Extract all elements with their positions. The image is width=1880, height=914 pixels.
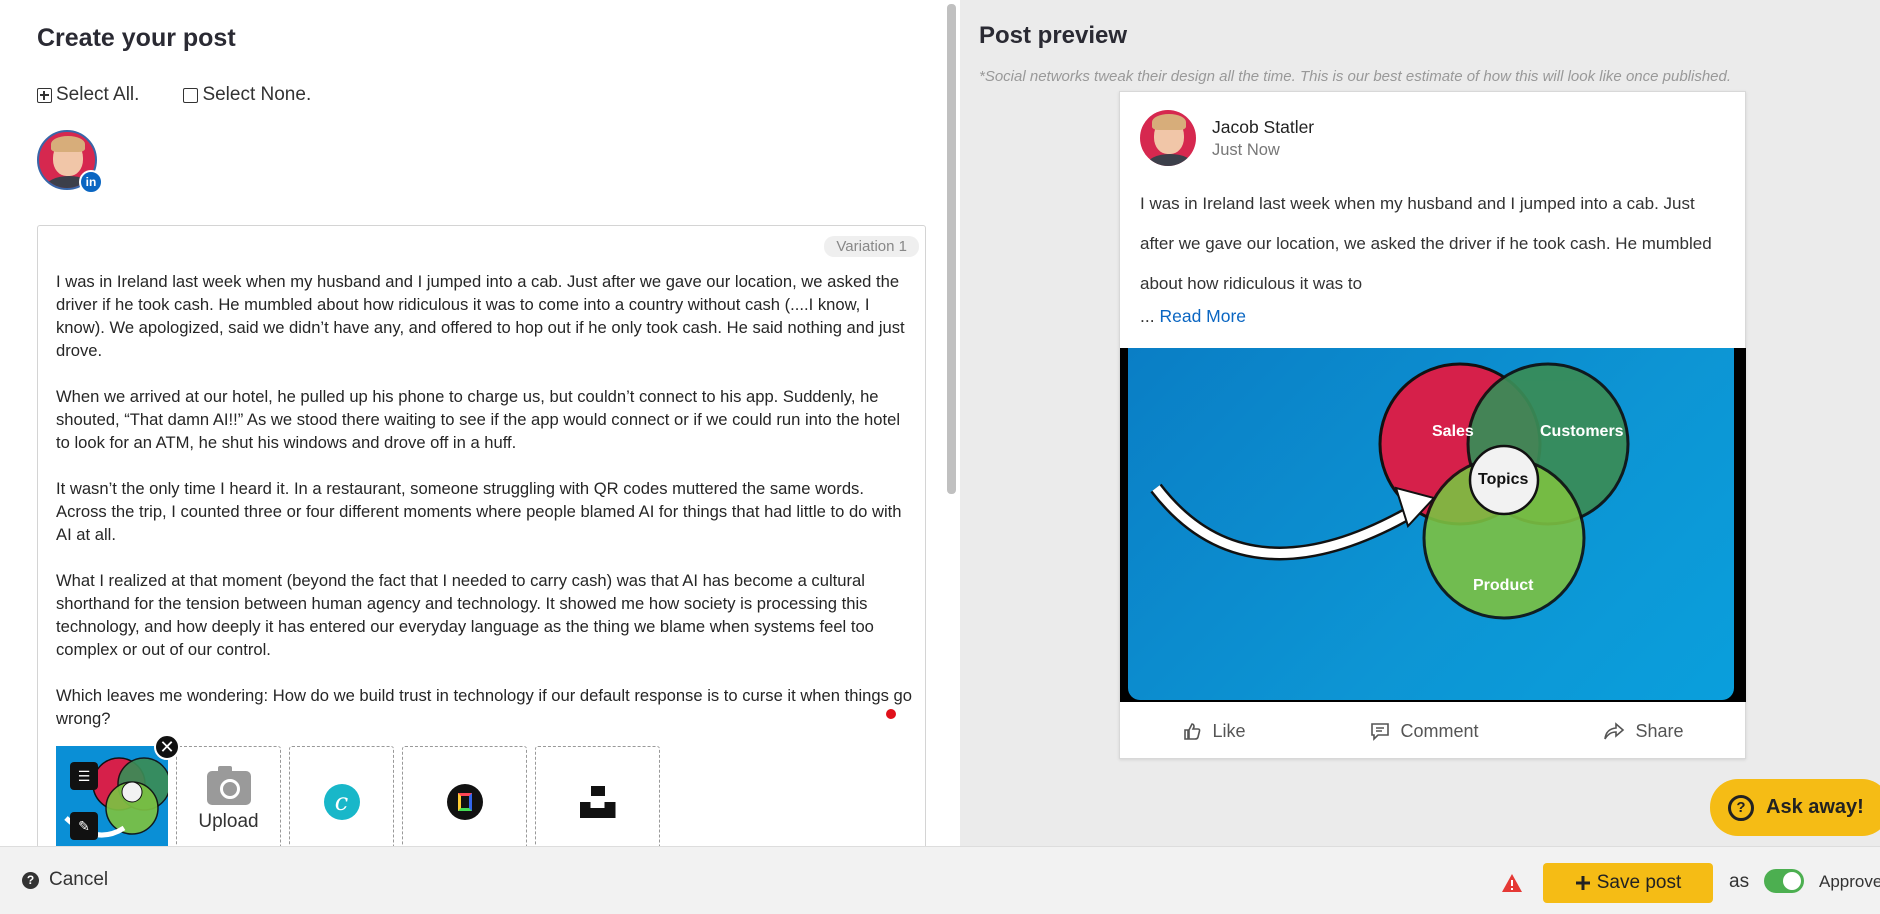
- save-post-button[interactable]: Save post: [1543, 863, 1713, 903]
- create-post-panel: Create your post Select All. Select None…: [0, 0, 960, 858]
- close-icon[interactable]: ✕: [154, 734, 180, 760]
- upload-button[interactable]: Upload: [176, 746, 281, 858]
- plus-icon: [1575, 876, 1590, 890]
- variation-badge[interactable]: Variation 1: [824, 236, 919, 257]
- venn-label-product: Product: [1473, 577, 1534, 594]
- author-name: Jacob Statler: [1212, 116, 1315, 137]
- linkedin-post-card: Jacob Statler Just Now I was in Ireland …: [1119, 91, 1746, 759]
- venn-label-customers: Customers: [1540, 423, 1624, 440]
- post-header: Jacob Statler Just Now: [1140, 110, 1314, 166]
- post-excerpt: I was in Ireland last week when my husba…: [1140, 194, 1712, 293]
- approved-label: Approved: [1819, 872, 1880, 891]
- warning-icon[interactable]: [1501, 873, 1523, 893]
- question-icon: ?: [22, 871, 39, 889]
- preview-title: Post preview: [979, 22, 1128, 49]
- select-none-label: Select None.: [202, 84, 312, 105]
- selection-controls: Select All. Select None.: [37, 84, 311, 106]
- canva-button[interactable]: c: [289, 746, 394, 858]
- comment-button[interactable]: Comment: [1370, 721, 1478, 742]
- text-icon[interactable]: ☰: [70, 762, 98, 790]
- venn-diagram-image: Sales Customers Topics Product: [1150, 362, 1630, 620]
- canva-icon: c: [323, 784, 360, 820]
- account-avatar-linkedin[interactable]: in: [37, 130, 103, 194]
- venn-label-topics: Topics: [1478, 471, 1528, 488]
- linkedin-icon: in: [79, 170, 103, 194]
- thumbs-up-icon: [1184, 723, 1201, 740]
- unsplash-button[interactable]: [535, 746, 660, 858]
- plus-square-icon: [37, 87, 52, 103]
- as-label: as: [1729, 871, 1750, 892]
- share-icon: [1604, 722, 1625, 740]
- square-icon: [183, 87, 199, 103]
- post-text-area[interactable]: I was in Ireland last week when my husba…: [56, 270, 912, 753]
- paragraph: What I realized at that moment (beyond t…: [56, 571, 874, 659]
- approved-toggle[interactable]: [1764, 869, 1804, 893]
- read-more-link[interactable]: Read More: [1159, 306, 1246, 326]
- giphy-button[interactable]: [402, 746, 527, 858]
- giphy-icon: [446, 784, 483, 820]
- save-post-label: Save post: [1596, 872, 1682, 893]
- like-label: Like: [1212, 720, 1246, 741]
- paragraph: When we arrived at our hotel, he pulled …: [56, 387, 901, 452]
- comment-label: Comment: [1400, 720, 1479, 741]
- ask-away-button[interactable]: ? Ask away!: [1710, 779, 1880, 836]
- ask-away-label: Ask away!: [1766, 796, 1864, 818]
- paragraph: It wasn’t the only time I heard it. In a…: [56, 479, 902, 544]
- upload-label: Upload: [198, 811, 259, 832]
- read-more-row: ... Read More: [1140, 306, 1246, 327]
- unsplash-icon: [580, 786, 616, 818]
- comment-icon: [1371, 723, 1390, 741]
- ellipsis: ...: [1140, 306, 1155, 326]
- camera-icon: [206, 766, 251, 805]
- venn-label-sales: Sales: [1432, 423, 1474, 440]
- share-label: Share: [1635, 720, 1684, 741]
- scrollbar[interactable]: [947, 4, 956, 494]
- select-all-label: Select All.: [56, 84, 140, 105]
- select-none-button[interactable]: Select None.: [183, 84, 311, 106]
- question-icon: ?: [1728, 794, 1754, 821]
- attached-image-thumbnail[interactable]: ☰ ✎ ✕: [56, 734, 180, 858]
- status-dot: [886, 709, 896, 719]
- post-editor[interactable]: Variation 1 I was in Ireland last week w…: [37, 225, 926, 858]
- media-row: ☰ ✎ ✕ Upload c: [56, 734, 660, 858]
- select-all-button[interactable]: Select All.: [37, 84, 139, 106]
- paragraph: I was in Ireland last week when my husba…: [56, 272, 905, 360]
- post-time: Just Now: [1212, 140, 1280, 159]
- paragraph: Which leaves me wondering: How do we bui…: [56, 686, 912, 728]
- preview-disclaimer: *Social networks tweak their design all …: [979, 68, 1732, 85]
- pencil-icon[interactable]: ✎: [70, 812, 98, 840]
- cancel-label: Cancel: [49, 869, 109, 890]
- cancel-button[interactable]: ? Cancel: [22, 869, 108, 891]
- avatar: [1140, 110, 1196, 166]
- post-preview-panel: Post preview *Social networks tweak thei…: [960, 0, 1880, 846]
- post-actions: Like Comment Share: [1120, 704, 1746, 758]
- like-button[interactable]: Like: [1182, 720, 1246, 742]
- share-button[interactable]: Share: [1603, 721, 1683, 742]
- footer-bar: ? Cancel Save post as Approved: [0, 846, 1880, 914]
- page-title: Create your post: [37, 24, 236, 52]
- post-image: Sales Customers Topics Product: [1120, 348, 1746, 702]
